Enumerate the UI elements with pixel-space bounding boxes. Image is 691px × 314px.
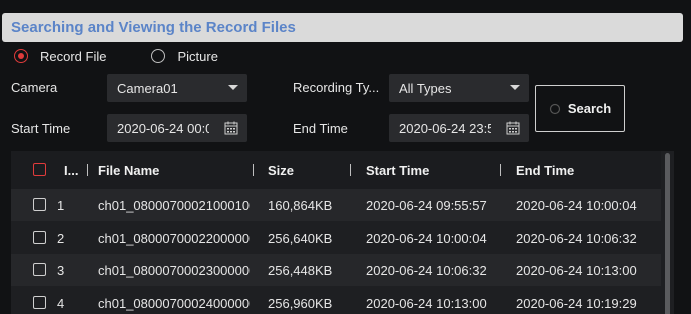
row-start-time: 2020-06-24 10:06:32 bbox=[366, 262, 487, 278]
start-time-value: 2020-06-24 00:00 bbox=[117, 120, 209, 136]
page-title-bar: Searching and Viewing the Record Files bbox=[2, 13, 683, 42]
table-row[interactable]: 2 ch01_08000700022000000 256,640KB 2020-… bbox=[11, 222, 661, 254]
row-size: 256,448KB bbox=[268, 262, 333, 278]
radio-record-file[interactable]: Record File bbox=[14, 49, 106, 64]
end-time-label: End Time bbox=[293, 121, 348, 136]
recording-type-select-value: All Types bbox=[399, 80, 452, 96]
chevron-down-icon bbox=[228, 85, 238, 90]
table-header: I... File Name Size Start Time End Time bbox=[11, 151, 661, 189]
page-title: Searching and Viewing the Record Files bbox=[11, 19, 296, 36]
row-size: 160,864KB bbox=[268, 197, 333, 213]
recording-type-label: Recording Ty... bbox=[293, 80, 380, 95]
camera-select-value: Camera01 bbox=[117, 80, 178, 96]
column-header-start-time[interactable]: Start Time bbox=[366, 163, 429, 178]
record-file-table: I... File Name Size Start Time End Time … bbox=[11, 151, 674, 314]
row-end-time: 2020-06-24 10:19:29 bbox=[516, 295, 637, 311]
column-header-file-name[interactable]: File Name bbox=[98, 163, 159, 178]
row-checkbox[interactable] bbox=[33, 296, 46, 309]
end-time-value: 2020-06-24 23:59 bbox=[399, 120, 491, 136]
row-index: 1 bbox=[57, 197, 65, 213]
calendar-icon[interactable] bbox=[506, 121, 520, 135]
row-file-name: ch01_08000700023000000 bbox=[98, 262, 250, 278]
select-all-checkbox[interactable] bbox=[33, 163, 46, 176]
row-start-time: 2020-06-24 09:55:57 bbox=[366, 197, 487, 213]
column-header-index[interactable]: I... bbox=[64, 163, 78, 178]
row-checkbox[interactable] bbox=[33, 263, 46, 276]
row-end-time: 2020-06-24 10:13:00 bbox=[516, 262, 637, 278]
row-end-time: 2020-06-24 10:06:32 bbox=[516, 230, 637, 246]
table-row[interactable]: 4 ch01_08000700024000000 256,960KB 2020-… bbox=[11, 287, 661, 314]
column-divider[interactable] bbox=[500, 164, 501, 176]
column-divider[interactable] bbox=[87, 164, 88, 176]
start-time-input[interactable]: 2020-06-24 00:00 bbox=[107, 114, 247, 142]
row-index: 2 bbox=[57, 230, 65, 246]
row-index: 4 bbox=[57, 295, 65, 311]
table-scrollbar[interactable] bbox=[665, 153, 670, 314]
radio-picture-indicator[interactable] bbox=[151, 49, 166, 63]
row-index: 3 bbox=[57, 262, 65, 278]
radio-record-file-label[interactable]: Record File bbox=[40, 49, 106, 64]
column-divider[interactable] bbox=[253, 164, 254, 176]
start-time-label: Start Time bbox=[11, 121, 71, 136]
file-type-radio-group: Record File Picture bbox=[14, 47, 218, 65]
column-divider[interactable] bbox=[350, 164, 351, 176]
radio-picture-label[interactable]: Picture bbox=[177, 49, 217, 64]
row-end-time: 2020-06-24 10:00:04 bbox=[516, 197, 637, 213]
recording-type-select[interactable]: All Types bbox=[389, 74, 529, 102]
row-file-name: ch01_08000700022000000 bbox=[98, 230, 250, 246]
row-size: 256,640KB bbox=[268, 230, 333, 246]
radio-record-file-indicator[interactable] bbox=[14, 49, 28, 63]
camera-label: Camera bbox=[11, 80, 58, 95]
row-checkbox[interactable] bbox=[33, 198, 46, 211]
end-time-input[interactable]: 2020-06-24 23:59 bbox=[389, 114, 529, 142]
search-icon bbox=[549, 103, 560, 114]
search-button[interactable]: Search bbox=[535, 85, 625, 132]
calendar-icon[interactable] bbox=[224, 121, 238, 135]
row-file-name: ch01_08000700024000000 bbox=[98, 295, 250, 311]
table-row[interactable]: 3 ch01_08000700023000000 256,448KB 2020-… bbox=[11, 254, 661, 286]
row-checkbox[interactable] bbox=[33, 231, 46, 244]
column-header-end-time[interactable]: End Time bbox=[516, 163, 574, 178]
radio-picture[interactable]: Picture bbox=[151, 49, 218, 64]
row-file-name: ch01_08000700021000100 bbox=[98, 197, 250, 213]
chevron-down-icon bbox=[510, 85, 520, 90]
table-row[interactable]: 1 ch01_08000700021000100 160,864KB 2020-… bbox=[11, 189, 661, 221]
row-start-time: 2020-06-24 10:00:04 bbox=[366, 230, 487, 246]
row-size: 256,960KB bbox=[268, 295, 333, 311]
row-start-time: 2020-06-24 10:13:00 bbox=[366, 295, 487, 311]
search-button-label: Search bbox=[567, 101, 612, 116]
camera-select[interactable]: Camera01 bbox=[107, 74, 247, 102]
column-header-size[interactable]: Size bbox=[268, 163, 294, 178]
